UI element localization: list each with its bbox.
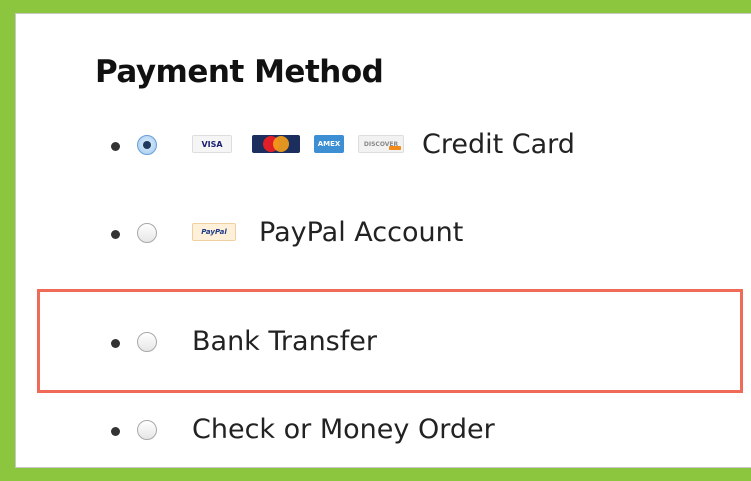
option-label[interactable]: PayPal Account bbox=[259, 217, 463, 248]
paypal-icon: PayPal bbox=[192, 223, 236, 241]
bullet-icon bbox=[111, 230, 120, 239]
radio-paypal[interactable] bbox=[137, 223, 157, 243]
option-paypal[interactable]: PayPal PayPal Account bbox=[16, 213, 751, 253]
option-credit-card[interactable]: VISA AMEX DISCOVER Credit Card bbox=[16, 125, 751, 165]
radio-credit-card[interactable] bbox=[137, 135, 157, 155]
highlight-box bbox=[37, 289, 743, 393]
option-label[interactable]: Credit Card bbox=[422, 129, 575, 160]
section-title: Payment Method bbox=[95, 54, 384, 90]
radio-check-money-order[interactable] bbox=[137, 420, 157, 440]
amex-icon: AMEX bbox=[314, 135, 344, 153]
discover-icon: DISCOVER bbox=[358, 135, 404, 153]
option-check-money-order[interactable]: Check or Money Order bbox=[16, 410, 751, 450]
mastercard-icon bbox=[252, 135, 300, 153]
frame: Payment Method VISA AMEX DISCOVER Credit… bbox=[0, 0, 751, 481]
bullet-icon bbox=[111, 427, 120, 436]
payment-method-panel: Payment Method VISA AMEX DISCOVER Credit… bbox=[15, 13, 751, 468]
visa-icon: VISA bbox=[192, 135, 232, 153]
option-label[interactable]: Check or Money Order bbox=[192, 414, 495, 445]
bullet-icon bbox=[111, 142, 120, 151]
